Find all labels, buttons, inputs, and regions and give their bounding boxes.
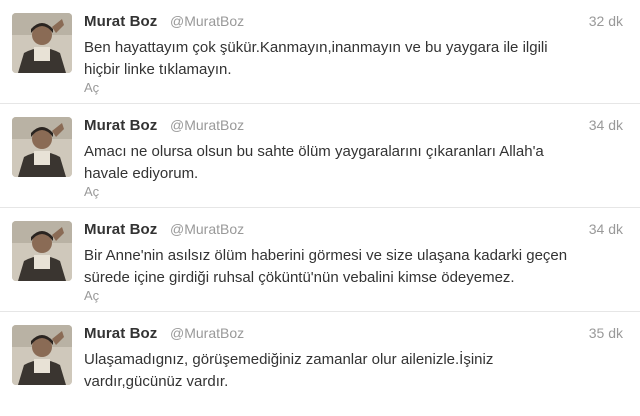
tweet-text: Bir Anne'nin asılsız ölüm haberini görme… <box>84 247 568 286</box>
tweet-timestamp[interactable]: 35 dk <box>589 325 623 341</box>
tweet-text: Ulaşamadıgnız, görüşemediğiniz zamanlar … <box>84 351 494 390</box>
author-handle[interactable]: @MuratBoz <box>170 325 244 341</box>
author-name[interactable]: Murat Boz <box>84 221 157 238</box>
avatar[interactable] <box>12 13 72 73</box>
expand-link[interactable]: Aç <box>84 288 99 303</box>
tweet-timestamp[interactable]: 34 dk <box>589 221 623 237</box>
tweet-timeline: Murat Boz @MuratBoz 32 dk Ben hayattayım… <box>0 0 640 412</box>
author-name[interactable]: Murat Boz <box>84 13 157 30</box>
avatar-photo-icon <box>12 325 72 385</box>
avatar-photo-icon <box>12 221 72 281</box>
avatar[interactable] <box>12 117 72 177</box>
avatar[interactable] <box>12 221 72 281</box>
author-handle[interactable]: @MuratBoz <box>170 13 244 29</box>
avatar-photo-icon <box>12 117 72 177</box>
author-name[interactable]: Murat Boz <box>84 325 157 342</box>
author-handle[interactable]: @MuratBoz <box>170 221 244 237</box>
tweet-item[interactable]: Murat Boz @MuratBoz 34 dk Amacı ne olurs… <box>0 104 640 208</box>
avatar[interactable] <box>12 325 72 385</box>
tweet-timestamp[interactable]: 32 dk <box>589 13 623 29</box>
expand-link[interactable]: Aç <box>84 80 99 95</box>
tweet-item[interactable]: Murat Boz @MuratBoz 34 dk Bir Anne'nin a… <box>0 208 640 312</box>
expand-link[interactable]: Aç <box>84 184 99 199</box>
author-name[interactable]: Murat Boz <box>84 117 157 134</box>
author-handle[interactable]: @MuratBoz <box>170 117 244 133</box>
tweet-item[interactable]: Murat Boz @MuratBoz 35 dk Ulaşamadıgnız,… <box>0 312 640 416</box>
tweet-timestamp[interactable]: 34 dk <box>589 117 623 133</box>
tweet-text: Amacı ne olursa olsun bu sahte ölüm yayg… <box>84 143 544 182</box>
tweet-text: Ben hayattayım çok şükür.Kanmayın,inanma… <box>84 39 548 78</box>
tweet-item[interactable]: Murat Boz @MuratBoz 32 dk Ben hayattayım… <box>0 0 640 104</box>
avatar-photo-icon <box>12 13 72 73</box>
